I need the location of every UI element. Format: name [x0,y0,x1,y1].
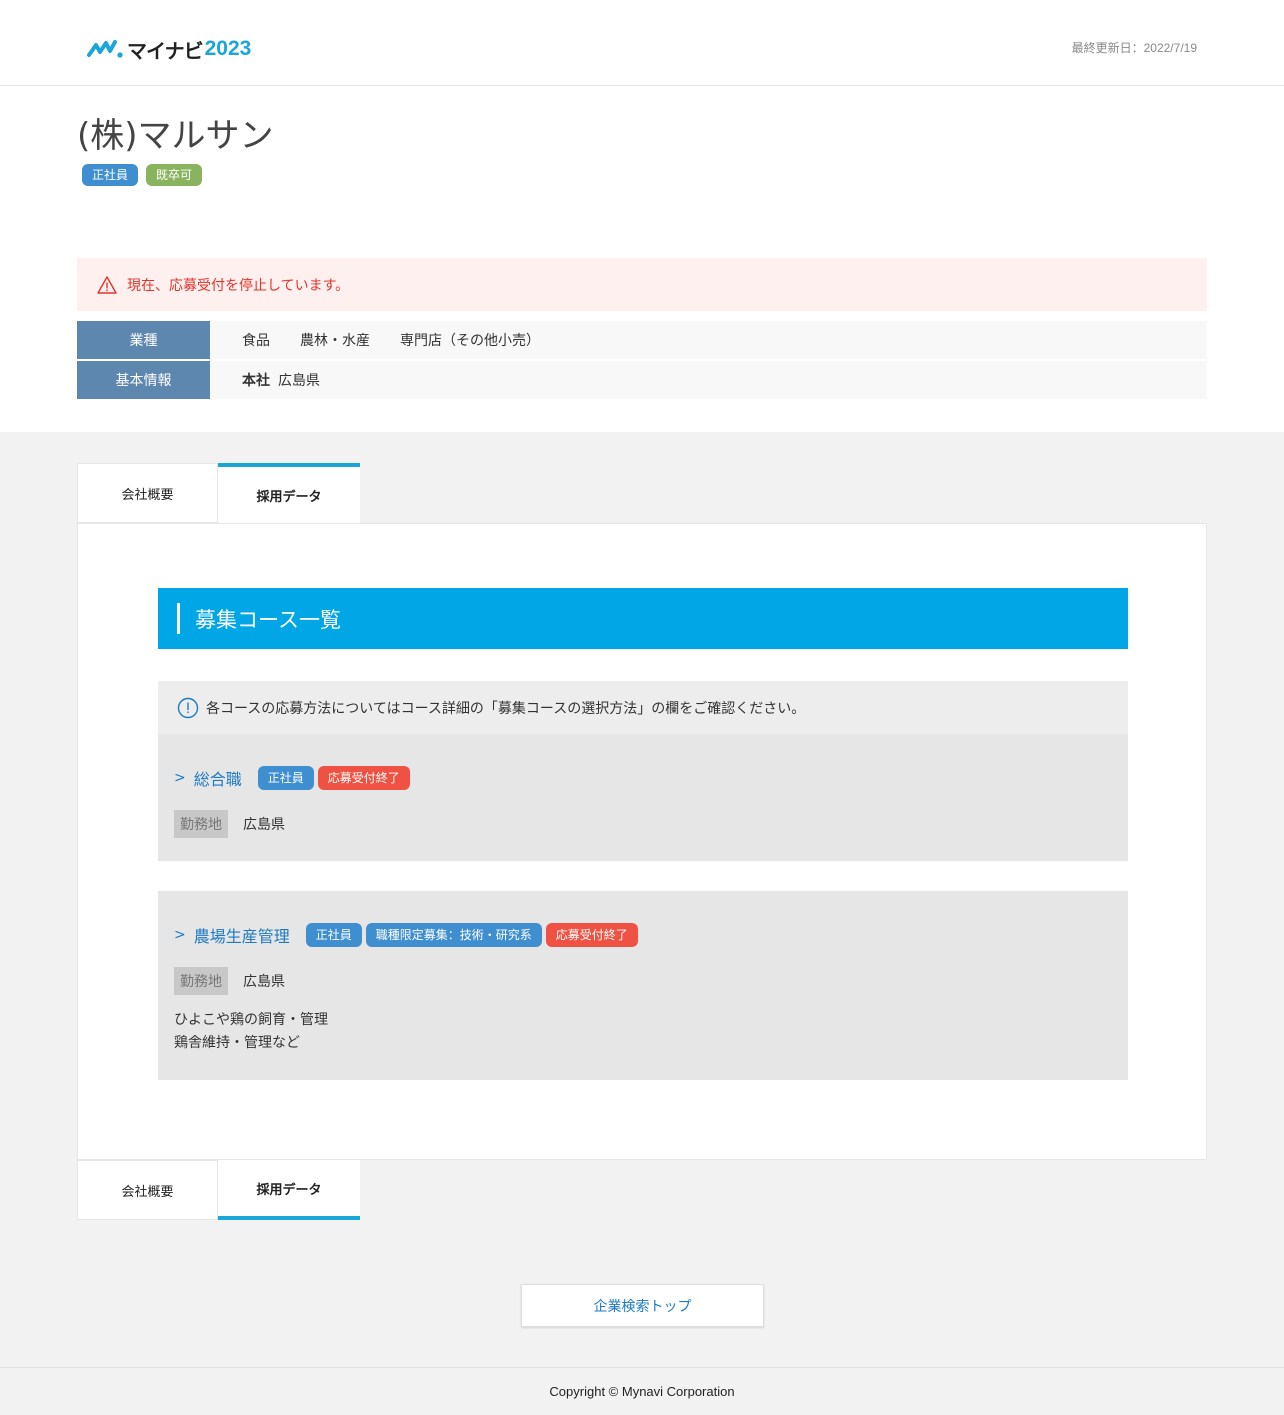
hq-value: 広島県 [278,373,320,389]
section-bar [177,603,180,634]
company-name: (株)マルサン [77,116,274,156]
basic-info-row: 基本情報 本社 広島県 [77,361,1207,399]
industry-value: 食品 農林・水産 専門店（その他小売） [210,321,540,359]
tag-fulltime: 正社員 [257,766,314,790]
course-description-line: ひよこや鶏の飼育・管理 [174,1012,328,1028]
mynavi-logo-icon [87,40,123,58]
tag-fulltime: 正社員 [305,923,362,947]
course-title-row: > 農場生産管理 正社員 職種限定募集：技術・研究系 応募受付終了 [174,923,1112,947]
basic-info-value: 本社 広島県 [210,361,320,399]
tab-recruit-data[interactable]: 採用データ [218,1160,360,1220]
location-value: 広島県 [243,817,285,833]
recruit-panel: 募集コース一覧 各コースの応募方法についてはコース詳細の「募集コースの選択方法」… [77,523,1207,1160]
course-title-link[interactable]: 総合職 [194,766,242,790]
section-title: 募集コース一覧 [195,607,341,632]
chevron-right-icon: > [174,770,186,786]
location-label: 勤務地 [174,810,228,838]
industry-item: 専門店（その他小売） [400,333,540,349]
warning-icon [97,275,117,294]
course-title-row: > 総合職 正社員 応募受付終了 [174,766,1112,790]
course-notice: 各コースの応募方法についてはコース詳細の「募集コースの選択方法」の欄をご確認くだ… [158,681,1128,734]
company-search-top-button[interactable]: 企業検索トップ [521,1284,764,1327]
chevron-right-icon: > [174,927,186,943]
location-value: 広島県 [243,974,285,990]
course-card: > 総合職 正社員 応募受付終了 勤務地 広島県 [158,734,1128,861]
industry-label: 業種 [77,321,210,359]
course-title-link[interactable]: 農場生産管理 [194,923,290,947]
course-tags: 正社員 職種限定募集：技術・研究系 応募受付終了 [305,923,638,947]
course-description-line: 鶏舎維持・管理など [174,1035,300,1051]
tab-recruit-data[interactable]: 採用データ [218,463,360,523]
tab-company-overview[interactable]: 会社概要 [77,1160,218,1220]
industry-item: 食品 [242,333,270,349]
tag-application-closed: 応募受付終了 [545,923,638,947]
logo-year: 2023 [204,37,252,60]
industry-item: 農林・水産 [300,333,370,349]
location-row: 勤務地 広島県 [174,967,1112,995]
basic-info-label: 基本情報 [77,361,210,399]
tag-graduates-ok: 既卒可 [146,164,203,186]
mynavi-logo[interactable]: マイナビ 2023 [87,36,252,63]
industry-row: 業種 食品 農林・水産 専門店（その他小売） [77,321,1207,359]
tag-job-limited: 職種限定募集：技術・研究系 [365,923,542,947]
company-tags: 正社員 既卒可 [82,164,203,186]
site-header: マイナビ 2023 最終更新日：2022/7/19 [0,0,1284,86]
last-updated: 最終更新日：2022/7/19 [1071,41,1197,55]
tag-application-closed: 応募受付終了 [317,766,410,790]
section-header: 募集コース一覧 [158,588,1128,649]
notice-text: 各コースの応募方法についてはコース詳細の「募集コースの選択方法」の欄をご確認くだ… [206,700,806,717]
alert-text: 現在、応募受付を停止しています。 [127,277,350,294]
course-description: ひよこや鶏の飼育・管理 鶏舎維持・管理など [174,1009,1112,1055]
logo-text: マイナビ [127,38,204,63]
footer: Copyright © Mynavi Corporation [0,1367,1284,1415]
tab-company-overview[interactable]: 会社概要 [77,463,218,523]
copyright: Copyright © Mynavi Corporation [549,1384,735,1399]
info-icon [177,697,199,718]
application-stopped-alert: 現在、応募受付を停止しています。 [77,258,1207,311]
location-row: 勤務地 広島県 [174,810,1112,838]
tag-fulltime: 正社員 [82,164,139,186]
hq-label: 本社 [242,373,270,389]
course-tags: 正社員 応募受付終了 [257,766,410,790]
course-card: > 農場生産管理 正社員 職種限定募集：技術・研究系 応募受付終了 勤務地 広島… [158,891,1128,1080]
location-label: 勤務地 [174,967,228,995]
